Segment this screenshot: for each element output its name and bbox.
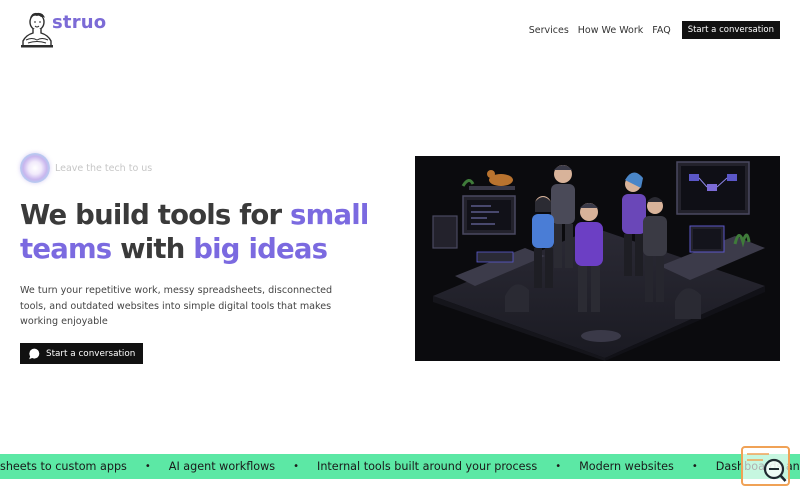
floating-search-widget[interactable] (741, 446, 790, 486)
team-collaboration-illustration (415, 156, 780, 361)
nav-link-faq[interactable]: FAQ (652, 25, 670, 36)
hero-headline: We build tools for small teams with big … (20, 198, 369, 266)
headline-accent: big ideas (193, 233, 328, 265)
hero-start-conversation-button[interactable]: Start a conversation (20, 343, 143, 364)
chat-bubble-icon (29, 348, 40, 359)
ticker-item: Internal tools built around your process (317, 460, 538, 473)
headline-accent: teams (20, 233, 112, 265)
ticker-item: Modern websites (579, 460, 674, 473)
hero-tagline: Leave the tech to us (55, 162, 153, 174)
ticker-item: sheets to custom apps (0, 460, 127, 473)
illustration-svg (415, 156, 780, 361)
ticker-separator: • (293, 461, 300, 472)
nav-link-how-we-work[interactable]: How We Work (578, 25, 644, 36)
services-ticker: sheets to custom apps • AI agent workflo… (0, 454, 800, 479)
cta-label: Start a conversation (46, 348, 136, 359)
ticker-track: sheets to custom apps • AI agent workflo… (0, 454, 800, 479)
main-nav: Services How We Work FAQ Start a convers… (529, 21, 780, 39)
headline-text: We build tools for (20, 199, 291, 231)
ticker-separator: • (555, 461, 562, 472)
search-icon (747, 453, 787, 482)
nav-link-services[interactable]: Services (529, 25, 569, 36)
ticker-separator: • (144, 461, 151, 472)
glowing-orb-icon (20, 153, 50, 183)
ticker-item: AI agent workflows (168, 460, 276, 473)
brand-logo[interactable]: struo (20, 10, 106, 48)
headline-accent: small (290, 199, 369, 231)
headline-text: with (111, 233, 194, 265)
hero-description: We turn your repetitive work, messy spre… (20, 285, 333, 327)
tagline-row: Leave the tech to us (20, 153, 152, 183)
ticker-separator: • (691, 461, 698, 472)
nav-start-conversation-button[interactable]: Start a conversation (681, 21, 780, 39)
brand-name: struo (52, 11, 107, 33)
bust-statue-icon (21, 12, 53, 48)
